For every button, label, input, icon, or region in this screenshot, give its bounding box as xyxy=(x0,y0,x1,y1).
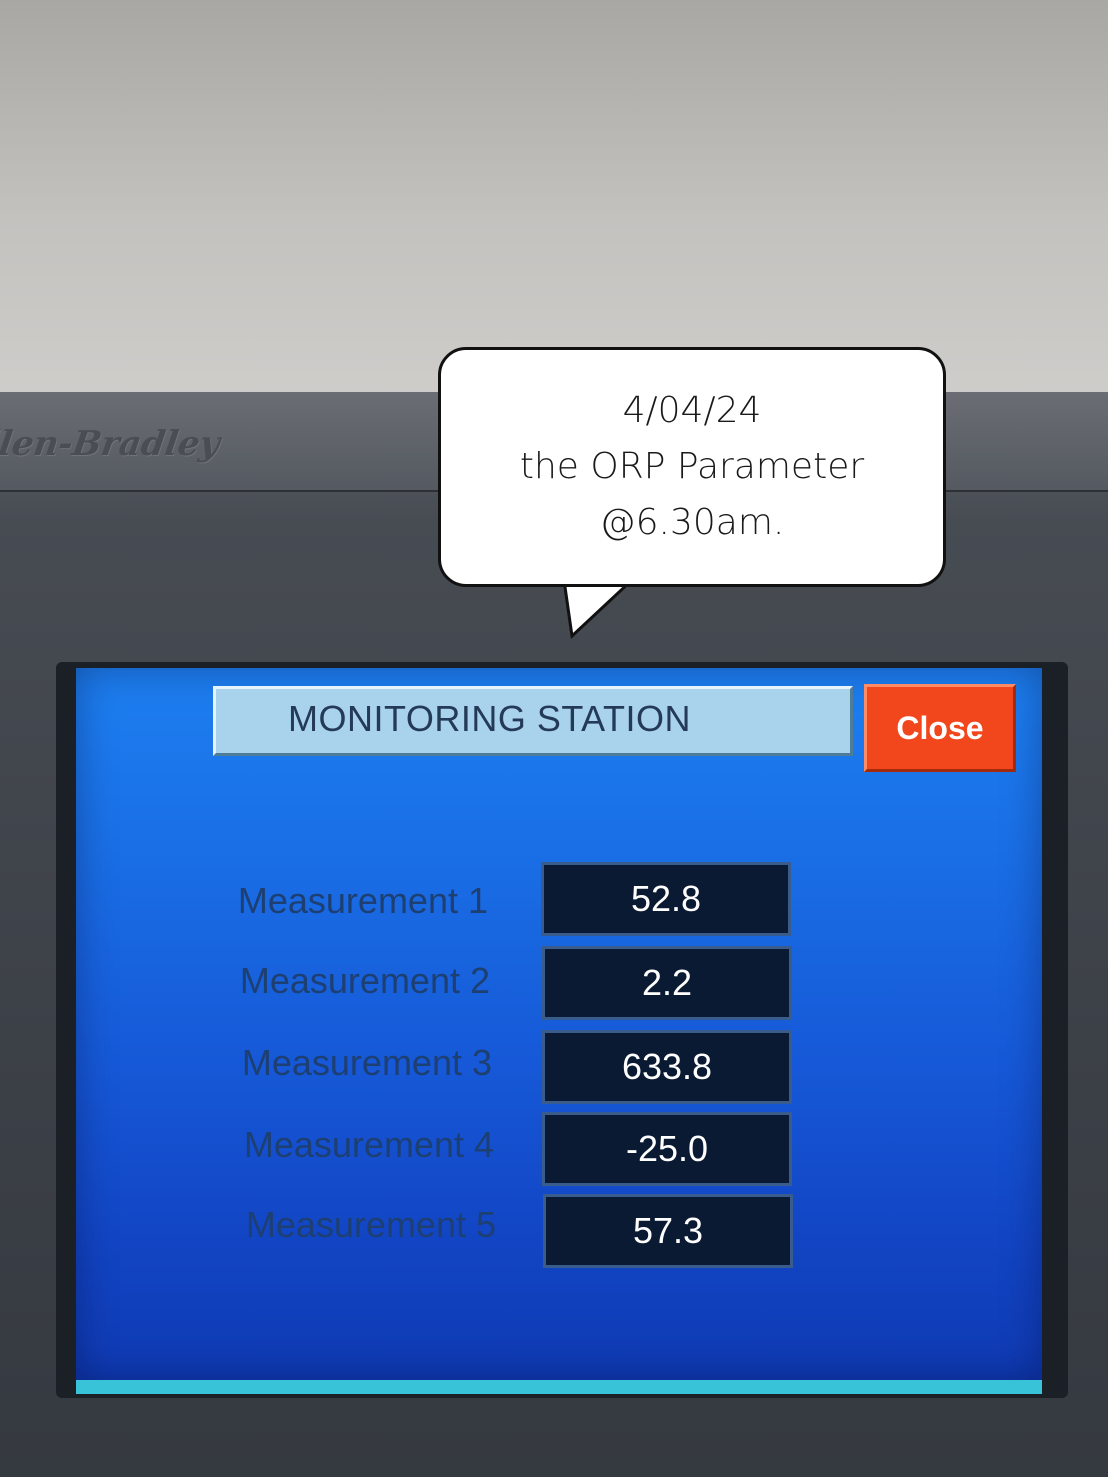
speech-bubble-tail xyxy=(562,580,635,640)
page-title: MONITORING STATION xyxy=(288,698,691,739)
annotation-time: @6.30am. xyxy=(599,502,785,543)
measurement-4-value: -25.0 xyxy=(542,1112,792,1186)
measurement-1-value: 52.8 xyxy=(541,862,791,936)
annotation-parameter: the ORP Parameter xyxy=(519,446,865,487)
measurement-3-value: 633.8 xyxy=(542,1030,792,1104)
close-button[interactable]: Close xyxy=(864,684,1016,772)
speech-bubble: 4/04/24 the ORP Parameter @6.30am. xyxy=(438,347,946,587)
annotation-date: 4/04/24 xyxy=(622,390,762,431)
brand-logo: Allen-Bradley xyxy=(0,424,223,464)
wall-background xyxy=(0,0,1108,400)
measurement-2-label: Measurement 2 xyxy=(239,960,490,1001)
measurement-1-label: Measurement 1 xyxy=(237,880,488,921)
measurement-5-value: 57.3 xyxy=(543,1194,793,1268)
measurement-2-value: 2.2 xyxy=(542,946,792,1020)
measurement-5-label: Measurement 5 xyxy=(245,1204,496,1245)
measurement-4-label: Measurement 4 xyxy=(243,1124,494,1165)
measurement-3-label: Measurement 3 xyxy=(241,1042,492,1083)
